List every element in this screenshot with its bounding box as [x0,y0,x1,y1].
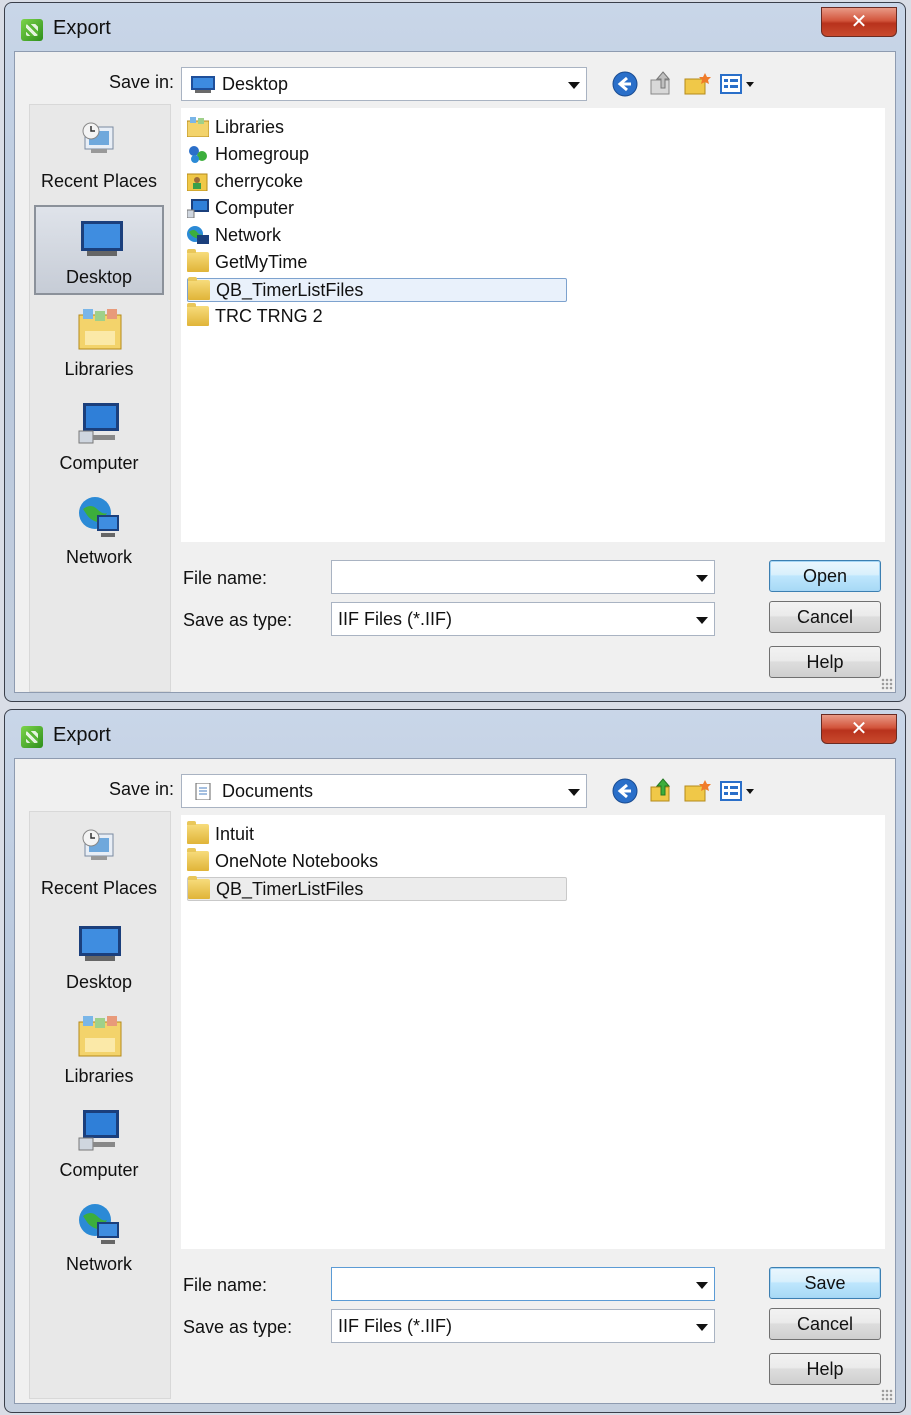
resize-grip[interactable] [881,678,893,690]
place-libraries[interactable]: Libraries [34,299,164,389]
dialog-title: Export [53,724,111,746]
place-recent-places[interactable]: Recent Places [34,111,164,201]
place-network[interactable]: Network [34,487,164,577]
place-network[interactable]: Network [34,1194,164,1284]
file-name-label: File name: [183,568,268,588]
chevron-down-icon [568,82,580,89]
help-button[interactable]: Help [769,1353,881,1385]
file-name-label: File name: [183,1275,268,1295]
list-item[interactable]: Libraries [187,116,567,140]
back-arrow-icon[interactable] [611,777,639,805]
desktop-icon [79,926,121,961]
list-item[interactable]: cherrycoke [187,170,567,194]
cancel-button[interactable]: Cancel [769,601,881,633]
place-computer[interactable]: Computer [34,393,164,483]
list-item-selected[interactable]: QB_TimerListFiles [187,277,567,302]
list-item[interactable]: OneNote Notebooks [187,848,567,874]
folder-icon [187,249,209,272]
save-button[interactable]: Save [769,1267,881,1299]
computer-icon [187,199,209,218]
resize-grip[interactable] [881,1389,893,1401]
folder-icon [187,303,209,326]
dialog-body: Save in: Desktop Recent Places Desktop L [14,51,896,693]
desktop-icon [81,221,123,256]
chevron-down-icon[interactable] [696,1282,708,1289]
save-as-type-select[interactable]: IIF Files (*.IIF) [331,1309,715,1343]
save-as-type-label: Save as type: [183,610,293,630]
close-icon: ✕ [850,9,868,33]
views-menu-icon[interactable] [719,70,759,98]
place-desktop[interactable]: Desktop [34,912,164,1002]
computer-icon [78,1110,119,1151]
recent-places-icon [82,122,114,153]
back-arrow-icon[interactable] [611,70,639,98]
computer-icon [78,403,119,444]
user-folder-icon [187,173,208,191]
up-folder-icon[interactable] [647,70,675,98]
dialog-body: Save in: Documents Recent Places Desktop [14,758,896,1404]
place-desktop[interactable]: Desktop [34,205,164,295]
file-name-input[interactable] [331,1267,715,1301]
libraries-icon [78,1016,122,1057]
homegroup-icon [189,146,207,163]
list-item-selected[interactable]: QB_TimerListFiles [187,876,567,901]
libraries-icon [187,117,209,137]
network-icon [79,1204,119,1244]
list-item[interactable]: Computer [187,197,567,221]
new-folder-icon[interactable] [683,777,711,805]
folder-icon [187,848,209,871]
save-in-dropdown[interactable]: Desktop [181,67,587,101]
chevron-down-icon[interactable] [696,575,708,582]
save-in-label: Save in: [109,779,175,799]
chevron-down-icon [568,789,580,796]
title-bar[interactable]: Export ✕ [5,3,905,49]
dialog-title: Export [53,17,111,39]
save-as-type-label: Save as type: [183,1317,293,1337]
export-dialog-1: Export ✕ Save in: Desktop Recent Places … [4,2,906,702]
network-icon [187,226,209,244]
documents-icon [195,783,211,800]
places-bar: Recent Places Desktop Libraries Computer… [29,811,171,1399]
folder-icon [188,876,210,899]
file-name-input[interactable] [331,560,715,594]
list-item[interactable]: TRC TRNG 2 [187,303,567,329]
help-button[interactable]: Help [769,646,881,678]
libraries-icon [78,309,122,350]
places-bar: Recent Places Desktop Libraries Computer… [29,104,171,692]
cancel-button[interactable]: Cancel [769,1308,881,1340]
close-button[interactable]: ✕ [821,7,897,37]
chevron-down-icon [696,1324,708,1331]
export-dialog-2: Export ✕ Save in: Documents Recent Place… [4,709,906,1413]
toolbar [611,70,771,98]
close-button[interactable]: ✕ [821,714,897,744]
list-item[interactable]: Intuit [187,821,567,847]
export-app-icon [21,726,43,748]
network-icon [79,497,119,537]
file-list: Intuit OneNote Notebooks QB_TimerListFil… [181,815,885,1249]
new-folder-icon[interactable] [683,70,711,98]
list-item[interactable]: GetMyTime [187,249,567,275]
up-folder-icon[interactable] [647,777,675,805]
chevron-down-icon [696,617,708,624]
folder-icon [187,821,209,844]
close-icon: ✕ [850,716,868,740]
toolbar [611,777,771,805]
place-computer[interactable]: Computer [34,1100,164,1190]
save-as-type-select[interactable]: IIF Files (*.IIF) [331,602,715,636]
views-menu-icon[interactable] [719,777,759,805]
open-button[interactable]: Open [769,560,881,592]
save-in-dropdown[interactable]: Documents [181,774,587,808]
place-libraries[interactable]: Libraries [34,1006,164,1096]
file-list: Libraries Homegroup cherrycoke Computer … [181,108,885,542]
folder-icon [188,277,210,300]
place-recent-places[interactable]: Recent Places [34,818,164,908]
title-bar[interactable]: Export ✕ [5,710,905,756]
export-app-icon [21,19,43,41]
list-item[interactable]: Homegroup [187,143,567,167]
recent-places-icon [82,829,114,860]
list-item[interactable]: Network [187,224,567,248]
save-in-label: Save in: [109,72,175,92]
desktop-icon [191,76,215,93]
